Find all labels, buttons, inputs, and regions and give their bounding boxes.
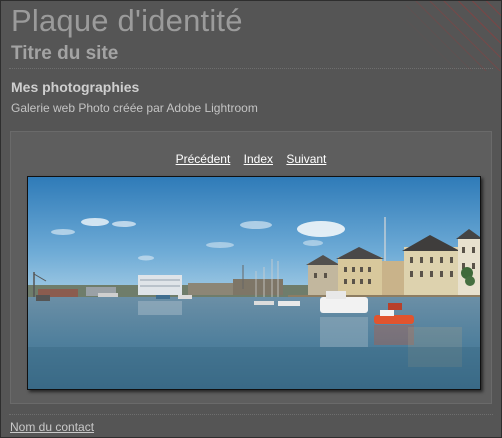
site-title: Titre du site — [11, 43, 119, 64]
photo-panel: Précédent Index Suivant — [10, 131, 492, 404]
previous-link[interactable]: Précédent — [176, 152, 231, 166]
gallery-description: Galerie web Photo créée par Adobe Lightr… — [11, 101, 258, 115]
gallery-title: Mes photographies — [11, 79, 140, 95]
divider-bottom — [9, 414, 493, 415]
photo-navigation: Précédent Index Suivant — [11, 152, 491, 166]
divider-top — [9, 68, 493, 69]
corner-stripes — [406, 1, 501, 71]
next-link[interactable]: Suivant — [286, 152, 326, 166]
page-frame: Plaque d'identité Titre du site Mes phot… — [0, 0, 502, 438]
main-photo — [27, 176, 481, 390]
index-link[interactable]: Index — [244, 152, 273, 166]
contact-link[interactable]: Nom du contact — [10, 420, 94, 434]
identity-plate: Plaque d'identité — [11, 3, 243, 38]
